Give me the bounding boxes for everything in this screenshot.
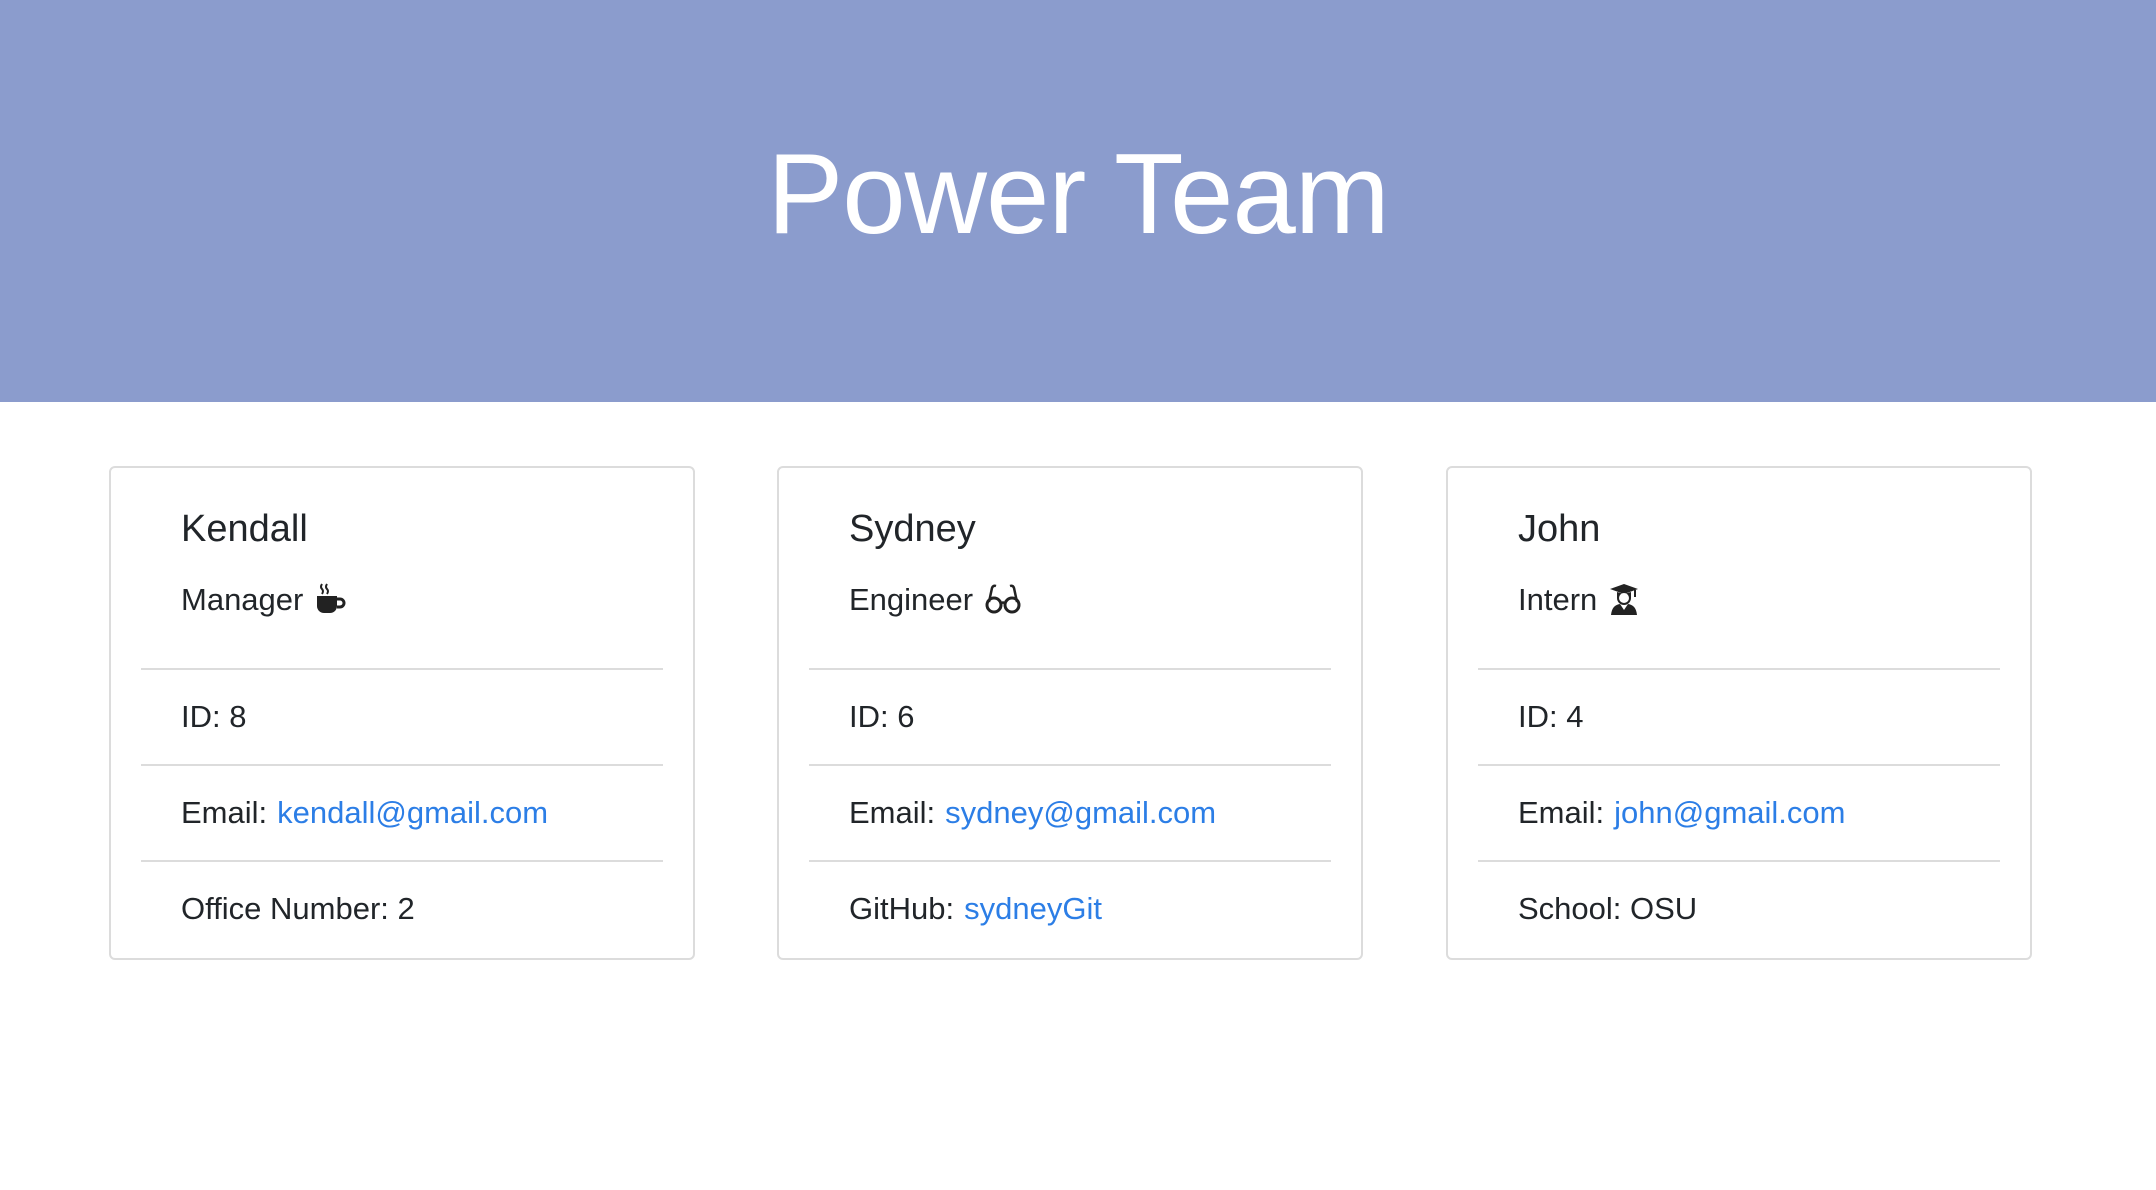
id-text: ID: 8 <box>181 699 247 734</box>
id-row: ID: 4 <box>1478 668 2000 764</box>
email-row: Email: sydney@gmail.com <box>809 764 1331 860</box>
github-link[interactable]: sydneyGit <box>964 891 1102 927</box>
details-list: ID: 8 Email: kendall@gmail.com Office Nu… <box>141 668 663 956</box>
role-label: Intern <box>1518 581 1598 617</box>
employee-name: Sydney <box>849 508 976 550</box>
card-header: Sydney Engineer <box>779 468 1361 668</box>
id-text: ID: 6 <box>849 699 915 734</box>
github-row: GitHub: sydneyGit <box>809 860 1331 956</box>
office-number-text: Office Number: 2 <box>181 891 415 926</box>
email-label: Email: <box>181 795 268 830</box>
office-number-row: Office Number: 2 <box>141 860 663 956</box>
details-list: ID: 6 Email: sydney@gmail.com GitHub: sy… <box>809 668 1331 956</box>
card-header: John Intern <box>1448 468 2030 668</box>
card-header: Kendall Manager <box>111 468 693 668</box>
coffee-icon <box>313 582 347 616</box>
email-label: Email: <box>849 795 936 830</box>
page-title: Power Team <box>767 131 1390 258</box>
team-cards: Kendall Manager ID: 8 Email: kendall@gma… <box>0 402 2156 1190</box>
employee-role: Engineer <box>849 582 1361 616</box>
employee-role: Manager <box>181 582 693 616</box>
employee-card-sydney: Sydney Engineer ID: 6 Email: sydney@gmai… <box>777 466 1363 960</box>
email-label: Email: <box>1518 795 1605 830</box>
employee-name: Kendall <box>181 508 308 550</box>
email-link[interactable]: kendall@gmail.com <box>277 795 548 831</box>
employee-card-john: John Intern ID: 4 Email: john@gmail.com … <box>1446 466 2032 960</box>
email-row: Email: john@gmail.com <box>1478 764 2000 860</box>
email-link[interactable]: john@gmail.com <box>1614 795 1845 831</box>
email-row: Email: kendall@gmail.com <box>141 764 663 860</box>
id-row: ID: 8 <box>141 668 663 764</box>
graduate-icon <box>1607 582 1641 616</box>
id-text: ID: 4 <box>1518 699 1584 734</box>
header-banner: Power Team <box>0 0 2156 402</box>
employee-card-kendall: Kendall Manager ID: 8 Email: kendall@gma… <box>109 466 695 960</box>
role-label: Engineer <box>849 581 974 617</box>
employee-role: Intern <box>1518 582 2030 616</box>
school-text: School: OSU <box>1518 891 1698 926</box>
id-row: ID: 6 <box>809 668 1331 764</box>
role-label: Manager <box>181 581 304 617</box>
github-label: GitHub: <box>849 891 955 926</box>
email-link[interactable]: sydney@gmail.com <box>945 795 1216 831</box>
details-list: ID: 4 Email: john@gmail.com School: OSU <box>1478 668 2000 956</box>
employee-name: John <box>1518 508 1601 550</box>
glasses-icon <box>983 582 1023 616</box>
school-row: School: OSU <box>1478 860 2000 956</box>
